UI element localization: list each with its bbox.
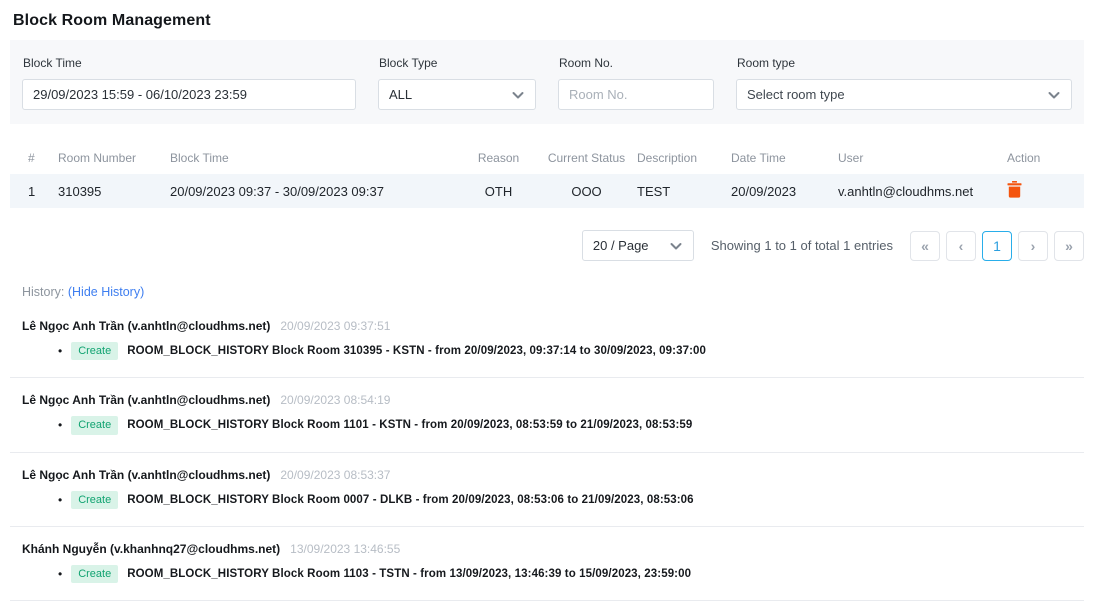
history-section: History: (Hide History) Lê Ngọc Anh Trần… [10, 285, 1084, 610]
hide-history-link[interactable]: (Hide History) [68, 285, 144, 299]
bullet-icon: • [58, 568, 62, 580]
col-header-block-time: Block Time [170, 151, 461, 165]
prev-page-icon: ‹ [959, 238, 964, 254]
create-badge: Create [71, 416, 118, 434]
history-timestamp: 20/09/2023 08:53:37 [280, 468, 390, 482]
prev-page-button[interactable]: ‹ [946, 231, 976, 261]
room-no-label: Room No. [559, 56, 714, 70]
room-no-input[interactable] [569, 87, 703, 102]
create-badge: Create [71, 491, 118, 509]
col-header-action: Action [1007, 151, 1084, 165]
cell-reason: OTH [461, 184, 536, 199]
chevron-down-icon [669, 239, 683, 253]
cell-block-time: 20/09/2023 09:37 - 30/09/2023 09:37 [170, 184, 461, 199]
history-entry: Lê Ngọc Anh Trần (v.anhtln@cloudhms.net)… [10, 311, 1084, 378]
history-label: History: [22, 285, 64, 299]
bullet-icon: • [58, 494, 62, 506]
pagination-summary: Showing 1 to 1 of total 1 entries [711, 238, 893, 253]
col-header-reason: Reason [461, 151, 536, 165]
page-1-button[interactable]: 1 [982, 231, 1012, 261]
create-badge: Create [71, 565, 118, 583]
block-type-label: Block Type [379, 56, 536, 70]
last-page-button[interactable]: » [1054, 231, 1084, 261]
cell-current-status: OOO [536, 184, 637, 199]
cell-user: v.anhtln@cloudhms.net [838, 184, 1007, 199]
col-header-user: User [838, 151, 1007, 165]
filter-panel: Block Time Block Type ALL Room No. Room … [10, 40, 1084, 124]
next-page-button[interactable]: › [1018, 231, 1048, 261]
block-time-input-wrap [22, 79, 356, 110]
history-user-name: Lê Ngọc Anh Trần (v.anhtln@cloudhms.net) [22, 319, 270, 333]
chevron-down-icon [511, 88, 525, 102]
history-user-name: Lê Ngọc Anh Trần (v.anhtln@cloudhms.net) [22, 393, 270, 407]
page-size-select[interactable]: 20 / Page [582, 230, 694, 261]
first-page-icon: « [921, 238, 929, 254]
col-header-current-status: Current Status [536, 151, 637, 165]
room-type-label: Room type [737, 56, 1072, 70]
bullet-icon: • [58, 345, 62, 357]
create-badge: Create [71, 342, 118, 360]
cell-date-time: 20/09/2023 [731, 184, 838, 199]
history-detail: ROOM_BLOCK_HISTORY Block Room 0007 - DLK… [127, 494, 693, 506]
bullet-icon: • [58, 419, 62, 431]
block-type-field: Block Type ALL [378, 52, 536, 110]
next-page-icon: › [1031, 238, 1036, 254]
room-type-field: Room type Select room type [736, 52, 1072, 110]
table-header: # Room Number Block Time Reason Current … [10, 142, 1084, 174]
history-user-name: Khánh Nguyễn (v.khanhnq27@cloudhms.net) [22, 542, 280, 556]
page-title: Block Room Management [0, 0, 1094, 40]
history-entry: Khánh Nguyễn (v.khanhnq27@cloudhms.net) 1… [10, 534, 1084, 601]
history-entry: Lê Ngọc Anh Trần (v.anhtln@cloudhms.net)… [10, 460, 1084, 527]
room-no-input-wrap [558, 79, 714, 110]
col-header-date-time: Date Time [731, 151, 838, 165]
room-no-field: Room No. [558, 52, 714, 110]
chevron-down-icon [1047, 88, 1061, 102]
col-header-index: # [28, 151, 58, 165]
block-type-select[interactable]: ALL [378, 79, 536, 110]
block-time-label: Block Time [23, 56, 356, 70]
cell-index: 1 [28, 184, 58, 199]
history-header: History: (Hide History) [10, 285, 1084, 299]
col-header-room-number: Room Number [58, 151, 170, 165]
first-page-button[interactable]: « [910, 231, 940, 261]
history-detail: ROOM_BLOCK_HISTORY Block Room 1101 - KST… [127, 419, 692, 431]
page-size-value: 20 / Page [593, 238, 649, 253]
history-timestamp: 13/09/2023 13:46:55 [290, 542, 400, 556]
room-type-value: Select room type [747, 87, 845, 102]
history-detail: ROOM_BLOCK_HISTORY Block Room 1103 - TST… [127, 568, 691, 580]
pagination-buttons: « ‹ 1 › » [910, 231, 1084, 261]
history-user-name: Lê Ngọc Anh Trần (v.anhtln@cloudhms.net) [22, 468, 270, 482]
cell-description: TEST [637, 184, 731, 199]
last-page-icon: » [1065, 238, 1073, 254]
block-time-input[interactable] [33, 87, 345, 102]
block-time-field: Block Time [22, 52, 356, 110]
history-entry: Lê Ngọc Anh Trần (v.anhtln@cloudhms.net)… [10, 385, 1084, 452]
history-timestamp: 20/09/2023 09:37:51 [280, 319, 390, 333]
delete-trash-icon[interactable] [1007, 181, 1022, 198]
block-room-management-page: Block Room Management Block Time Block T… [0, 0, 1094, 610]
col-header-description: Description [637, 151, 731, 165]
cell-room-number: 310395 [58, 184, 170, 199]
history-detail: ROOM_BLOCK_HISTORY Block Room 310395 - K… [127, 345, 706, 357]
block-type-value: ALL [389, 87, 412, 102]
table-row: 1 310395 20/09/2023 09:37 - 30/09/2023 0… [10, 174, 1084, 208]
block-room-table: # Room Number Block Time Reason Current … [10, 142, 1084, 208]
history-timestamp: 20/09/2023 08:54:19 [280, 393, 390, 407]
pagination-bar: 20 / Page Showing 1 to 1 of total 1 entr… [0, 230, 1084, 261]
room-type-select[interactable]: Select room type [736, 79, 1072, 110]
